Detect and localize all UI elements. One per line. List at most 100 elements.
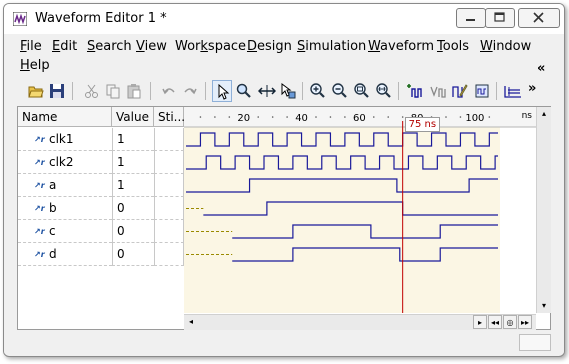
close-button[interactable] — [518, 8, 560, 28]
formula-icon — [430, 86, 446, 98]
save-button[interactable] — [47, 80, 67, 102]
waveform-pane[interactable]: 20406080100ns — [184, 107, 536, 313]
vertical-scrollbar[interactable]: ▴ ▾ — [536, 107, 551, 313]
measure-button[interactable] — [256, 80, 276, 102]
formula-button[interactable] — [427, 80, 447, 102]
pointer-plus-button[interactable] — [278, 80, 298, 102]
add-signal-icon — [407, 84, 422, 98]
open-button[interactable] — [26, 80, 46, 102]
signal-name-cell[interactable]: ↗r clk2 — [18, 151, 112, 174]
scroll-left-arrow[interactable]: ◂ — [184, 315, 198, 329]
menu-help[interactable]: Help — [20, 58, 50, 73]
column-header-stimulator[interactable]: Sti... — [154, 107, 185, 127]
paste-icon — [127, 84, 141, 99]
signal-row[interactable]: ↗r a 1 — [18, 174, 184, 197]
toolbar-separator — [150, 82, 151, 100]
menu-window[interactable]: Window — [480, 39, 531, 54]
signal-stimulator[interactable] — [154, 220, 184, 243]
signal-name-cell[interactable]: ↗r clk1 — [18, 128, 112, 151]
ruler-tick-label: 40 — [295, 113, 308, 124]
select-pointer-button[interactable] — [212, 80, 232, 102]
menu-overflow-chevron[interactable]: « — [537, 61, 545, 76]
toolbar-separator — [302, 82, 303, 100]
add-signal-button[interactable] — [404, 80, 424, 102]
redo-button[interactable] — [180, 80, 200, 102]
signal-stimulator[interactable] — [154, 197, 184, 220]
scroll-last-button[interactable]: ▸▸ — [518, 315, 532, 329]
scroll-down-arrow[interactable]: ▾ — [537, 299, 551, 313]
zoom-out-icon — [332, 83, 347, 98]
menu-bar: File Edit Search View Workspace Design S… — [4, 39, 564, 77]
signal-name: clk1 — [49, 132, 74, 146]
signal-name: a — [49, 178, 57, 192]
generator-button[interactable] — [472, 80, 492, 102]
menu-tools[interactable]: Tools — [437, 39, 469, 54]
signal-value: 1 — [112, 174, 154, 197]
menu-edit[interactable]: Edit — [52, 39, 77, 54]
pointer-plus-icon — [281, 83, 296, 99]
paste-button[interactable] — [124, 80, 144, 102]
save-icon — [50, 84, 64, 98]
menu-workspace[interactable]: Workspace — [175, 39, 246, 54]
signal-row[interactable]: ↗r b 0 — [18, 197, 184, 220]
cut-button[interactable] — [82, 80, 102, 102]
scroll-stop-button[interactable]: ◎ — [503, 315, 517, 329]
bus-button[interactable] — [502, 80, 522, 102]
menu-design[interactable]: Design — [247, 39, 292, 54]
signal-row[interactable]: ↗r d 0 — [18, 243, 184, 266]
signal-value: 1 — [112, 151, 154, 174]
select-pointer-icon — [218, 84, 230, 100]
zoom-out-button[interactable] — [330, 80, 350, 102]
toolbar-overflow-chevron[interactable]: » — [528, 81, 536, 96]
signal-stimulator[interactable] — [154, 243, 184, 266]
undo-button[interactable] — [159, 80, 179, 102]
ruler-tick-label: 20 — [237, 113, 250, 124]
scroll-up-arrow[interactable]: ▴ — [537, 107, 551, 121]
menu-waveform[interactable]: Waveform — [368, 39, 434, 54]
window-title: Waveform Editor 1 * — [35, 11, 167, 26]
signal-name-cell[interactable]: ↗r a — [18, 174, 112, 197]
redo-icon — [184, 88, 197, 95]
maximize-button[interactable] — [485, 8, 515, 28]
menu-view[interactable]: View — [136, 39, 167, 54]
signal-name-cell[interactable]: ↗r d — [18, 243, 112, 266]
waveform-editor-window: Waveform Editor 1 * File Edit Search Vie… — [3, 3, 565, 357]
signal-row[interactable]: ↗r c 0 — [18, 220, 184, 243]
ruler-dot — [344, 116, 346, 118]
ruler-dot — [445, 116, 447, 118]
zoom-range-button[interactable] — [352, 80, 372, 102]
generator-icon — [475, 84, 489, 98]
zoom-in-button[interactable] — [308, 80, 328, 102]
signal-stimulator[interactable] — [154, 151, 184, 174]
menu-search[interactable]: Search — [87, 39, 132, 54]
ruler-dot — [401, 116, 404, 118]
copy-button[interactable] — [103, 80, 123, 102]
column-header-value[interactable]: Value — [112, 107, 154, 127]
signal-value: 0 — [112, 197, 154, 220]
cursor-time-label: 75 ns — [404, 117, 441, 132]
ruler-dot — [228, 116, 231, 118]
measure-icon — [258, 85, 276, 97]
zoom-mode-button[interactable] — [234, 80, 254, 102]
scroll-right-arrow[interactable]: ▸ — [473, 315, 487, 329]
signal-name: c — [49, 224, 56, 238]
signal-stimulator[interactable] — [154, 128, 184, 151]
zoom-fit-icon — [376, 83, 391, 98]
menu-simulation[interactable]: Simulation — [297, 39, 366, 54]
status-field — [519, 334, 551, 351]
edit-signal-button[interactable] — [450, 80, 470, 102]
signal-row[interactable]: ↗r clk2 1 — [18, 151, 184, 174]
signal-name-cell[interactable]: ↗r c — [18, 220, 112, 243]
ruler-dot — [286, 116, 288, 118]
zoom-fit-button[interactable] — [374, 80, 394, 102]
horizontal-scrollbar[interactable]: ◂ ▸ ◂◂ ◎ ▸▸ — [184, 314, 536, 330]
minimize-button[interactable] — [456, 8, 486, 28]
cut-icon — [85, 84, 98, 98]
signal-stimulator[interactable] — [154, 174, 184, 197]
signal-row[interactable]: ↗r clk1 1 — [18, 128, 184, 151]
column-header-name[interactable]: Name — [18, 107, 112, 127]
menu-file[interactable]: File — [20, 39, 42, 54]
signal-name-cell[interactable]: ↗r b — [18, 197, 112, 220]
scroll-first-button[interactable]: ◂◂ — [488, 315, 502, 329]
toolbar-separator — [72, 82, 73, 100]
